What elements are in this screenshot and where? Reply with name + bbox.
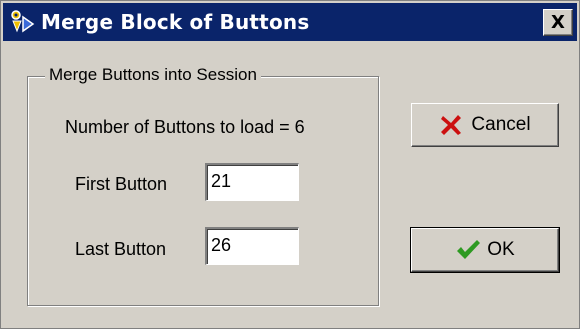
first-button-input[interactable] [211,171,295,192]
ok-button[interactable]: OK [410,227,560,273]
last-button-field[interactable] [205,227,299,265]
merge-dialog: Merge Block of Buttons X Merge Buttons i… [0,0,580,329]
app-icon [9,9,35,35]
last-button-label: Last Button [75,239,167,259]
first-button-label: First Button [75,174,168,194]
first-button-field[interactable] [205,163,299,201]
close-icon: X [551,12,565,33]
red-x-icon [439,113,463,137]
green-check-icon [455,238,481,262]
title-bar[interactable]: Merge Block of Buttons X [3,3,577,41]
window-title: Merge Block of Buttons [41,10,310,34]
cancel-button[interactable]: Cancel [411,103,559,147]
ok-label: OK [487,239,515,260]
close-button[interactable]: X [543,9,573,36]
group-legend: Merge Buttons into Session [45,65,261,85]
button-count-text: Number of Buttons to load = 6 [65,117,305,137]
cancel-label: Cancel [471,114,531,135]
last-button-input[interactable] [211,235,295,256]
